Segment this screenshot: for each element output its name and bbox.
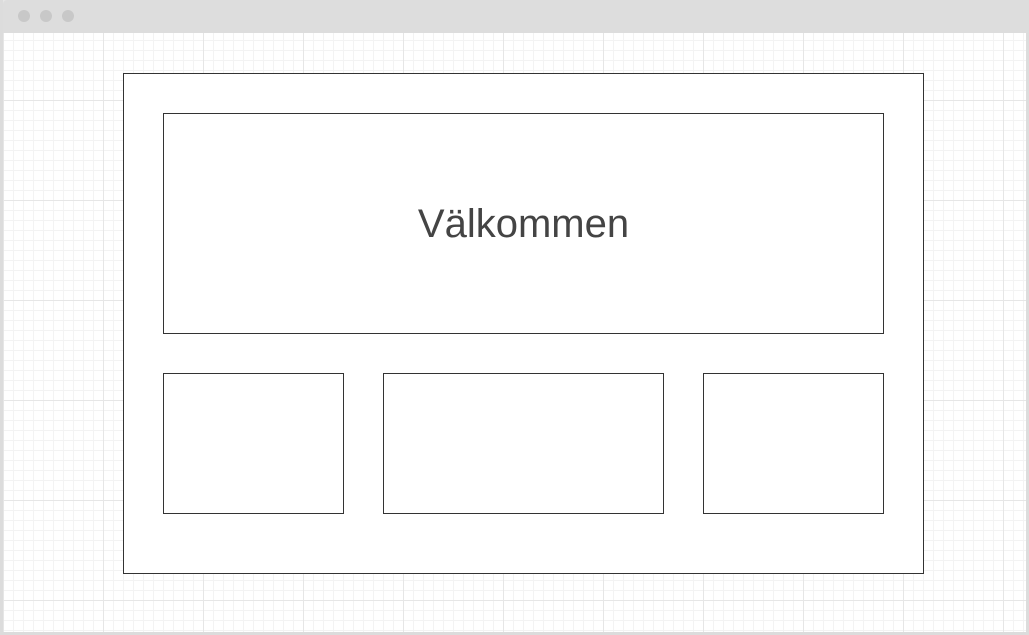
hero-title: Välkommen — [417, 202, 630, 246]
content-box-right — [703, 373, 884, 514]
window-titlebar — [3, 0, 1029, 33]
content-box-center — [383, 373, 664, 514]
hero-banner: Välkommen — [163, 113, 884, 334]
window-close-dot[interactable] — [18, 10, 30, 22]
content-box-left — [163, 373, 344, 514]
window-minimize-dot[interactable] — [40, 10, 52, 22]
window-maximize-dot[interactable] — [62, 10, 74, 22]
